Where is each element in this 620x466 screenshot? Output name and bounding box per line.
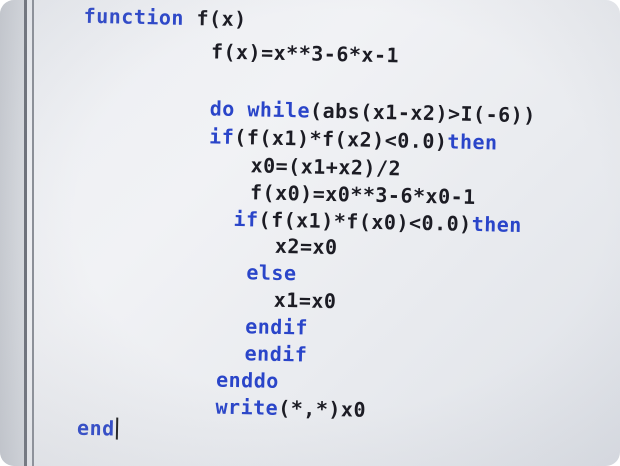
keyword: do while bbox=[209, 96, 311, 123]
keyword-then: then bbox=[471, 211, 523, 237]
keyword: if bbox=[208, 124, 235, 149]
keyword: endif bbox=[244, 314, 309, 340]
code-text: (*,*)x0 bbox=[277, 395, 367, 422]
keyword: enddo bbox=[215, 367, 280, 393]
code-text: x0=(x1+x2)/2 bbox=[250, 153, 402, 181]
code-line-7: if(f(x1)*f(x0)<0.0)then bbox=[233, 207, 522, 237]
code-text: (f(x1)*f(x0)<0.0) bbox=[258, 207, 472, 236]
code-text: x2=x0 bbox=[274, 233, 338, 260]
code-line-14: write(*,*)x0 bbox=[215, 395, 366, 422]
code-line-3: do while(abs(x1-x2)>I(-6)) bbox=[210, 96, 537, 127]
code-line-6: f(x0)=x0**3-6*x0-1 bbox=[250, 180, 476, 209]
code-text: f(x0)=x0**3-6*x0-1 bbox=[249, 180, 476, 210]
screen-photo: function f(x) f(x)=x**3-6*x-1 do while(a… bbox=[0, 0, 620, 466]
code-line-10: x1=x0 bbox=[274, 288, 337, 313]
code-line-15: end bbox=[77, 416, 118, 441]
code-text: f(x)=x**3-6*x-1 bbox=[210, 39, 400, 68]
code-line-12: endif bbox=[244, 341, 307, 366]
code-line-1: function f(x) bbox=[83, 4, 247, 31]
code-text: x1=x0 bbox=[273, 287, 337, 314]
code-line-2: f(x)=x**3-6*x-1 bbox=[211, 39, 400, 67]
code-editor[interactable]: function f(x) f(x)=x**3-6*x-1 do while(a… bbox=[0, 0, 620, 466]
code-text: f(x) bbox=[183, 5, 247, 32]
code-text: (f(x1)*f(x2)<0.0) bbox=[234, 124, 448, 154]
keyword: end bbox=[76, 415, 115, 441]
keyword: endif bbox=[244, 341, 308, 367]
keyword: if bbox=[233, 206, 259, 232]
text-cursor bbox=[115, 417, 118, 440]
code-line-4: if(f(x1)*f(x2)<0.0)then bbox=[209, 124, 498, 154]
keyword: else bbox=[246, 260, 297, 286]
keyword-then: then bbox=[447, 129, 498, 155]
code-line-9: else bbox=[246, 260, 297, 285]
keyword: function bbox=[83, 3, 185, 30]
code-line-8: x2=x0 bbox=[275, 234, 338, 259]
code-line-5: x0=(x1+x2)/2 bbox=[250, 153, 401, 180]
keyword: write bbox=[215, 394, 279, 420]
code-line-13: enddo bbox=[216, 368, 279, 393]
code-text: (abs(x1-x2)>I(-6)) bbox=[309, 98, 537, 128]
code-line-11: endif bbox=[245, 314, 308, 339]
